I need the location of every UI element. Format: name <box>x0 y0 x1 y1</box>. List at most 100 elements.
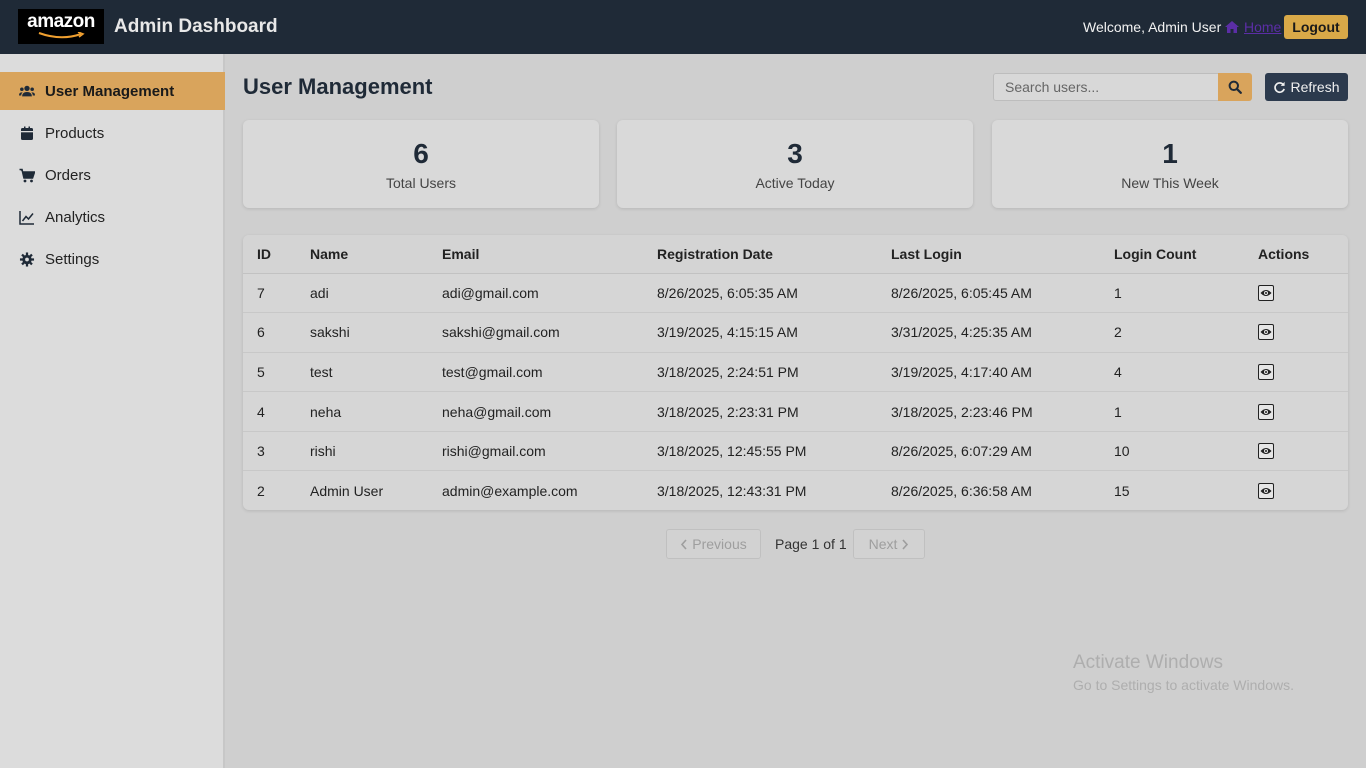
previous-page-button[interactable]: Previous <box>666 529 761 559</box>
table-row: 2 Admin User admin@example.com 3/18/2025, 1… <box>243 471 1348 510</box>
stat-label: Active Today <box>755 175 835 191</box>
table-body: 7 adi adi@gmail.com 8/26/2025, 6:05:35 AM 8/… <box>243 273 1348 510</box>
box-icon <box>18 125 36 141</box>
logout-button[interactable]: Logout <box>1284 15 1348 39</box>
cell-actions <box>1258 312 1348 353</box>
column-header-id[interactable]: ID <box>243 235 310 274</box>
view-user-button[interactable] <box>1258 483 1274 500</box>
stat-card-active-today: 3 Active Today <box>617 120 973 208</box>
cell-login-count: 1 <box>1114 273 1258 314</box>
table-row: 5 test test@gmail.com 3/18/2025, 2:24:51 PM… <box>243 352 1348 393</box>
cell-last-login: 3/19/2025, 4:17:40 AM <box>891 352 1114 393</box>
cell-login-count: 1 <box>1114 391 1258 432</box>
next-label: Next <box>868 536 898 552</box>
sidebar-item-user-management[interactable]: User Management <box>0 72 225 110</box>
search-button[interactable] <box>1218 73 1252 101</box>
sidebar-item-label: User Management <box>45 82 175 100</box>
view-user-button[interactable] <box>1258 403 1274 420</box>
eye-icon <box>1260 289 1272 296</box>
sidebar-item-label: Products <box>45 124 105 142</box>
users-icon <box>18 83 36 99</box>
search-icon <box>1228 80 1242 94</box>
cell-registration-date: 3/18/2025, 2:24:51 PM <box>657 352 891 393</box>
refresh-button[interactable]: Refresh <box>1265 73 1348 101</box>
windows-activation-watermark: Activate Windows Go to Settings to activ… <box>1073 652 1294 693</box>
eye-icon <box>1260 488 1272 495</box>
table-header-row: ID Name Email Registration Date Last Log… <box>243 235 1348 274</box>
stat-value: 6 <box>413 138 429 169</box>
users-table: ID Name Email Registration Date Last Log… <box>243 235 1348 510</box>
column-header-actions: Actions <box>1258 235 1348 274</box>
cell-email: rishi@gmail.com <box>442 431 657 472</box>
sidebar-item-label: Analytics <box>45 208 106 226</box>
cell-last-login: 3/31/2025, 4:25:35 AM <box>891 312 1114 353</box>
next-page-button[interactable]: Next <box>853 529 925 559</box>
stat-value: 1 <box>1162 138 1178 169</box>
sidebar-item-orders[interactable]: Orders <box>0 156 225 194</box>
column-header-email[interactable]: Email <box>442 235 657 274</box>
search-input[interactable] <box>993 73 1219 101</box>
cell-id: 7 <box>243 273 310 314</box>
chart-line-icon <box>18 209 36 225</box>
cell-name: test <box>310 352 442 393</box>
cell-registration-date: 3/19/2025, 4:15:15 AM <box>657 312 891 353</box>
chevron-right-icon <box>902 538 909 550</box>
cart-icon <box>18 167 36 183</box>
sidebar-item-label: Orders <box>45 166 91 184</box>
cell-actions <box>1258 431 1348 472</box>
amazon-logo[interactable]: amazon <box>18 9 104 44</box>
stat-label: New This Week <box>1121 175 1219 191</box>
cell-id: 4 <box>243 391 310 432</box>
welcome-text: Welcome, Admin User <box>1083 19 1222 35</box>
cell-id: 5 <box>243 352 310 393</box>
view-user-button[interactable] <box>1258 363 1274 380</box>
sidebar-item-settings[interactable]: Settings <box>0 240 225 278</box>
cell-id: 3 <box>243 431 310 472</box>
cell-id: 6 <box>243 312 310 353</box>
cell-login-count: 10 <box>1114 431 1258 472</box>
sidebar: User Management Products Orders Analytic… <box>0 54 225 768</box>
sidebar-item-analytics[interactable]: Analytics <box>0 198 225 236</box>
view-user-button[interactable] <box>1258 324 1274 341</box>
logo-smile-icon <box>38 32 85 39</box>
column-header-last-login[interactable]: Last Login <box>891 235 1114 274</box>
cell-login-count: 2 <box>1114 312 1258 353</box>
view-user-button[interactable] <box>1258 443 1274 460</box>
cell-name: sakshi <box>310 312 442 353</box>
chevron-left-icon <box>681 538 687 550</box>
logo-text: amazon <box>27 11 95 32</box>
cell-name: adi <box>310 273 442 314</box>
cell-login-count: 15 <box>1114 483 1130 500</box>
table-row: 7 adi adi@gmail.com 8/26/2025, 6:05:35 AM 8/… <box>243 273 1348 314</box>
cell-email: test@gmail.com <box>442 352 657 393</box>
watermark-subtitle: Go to Settings to activate Windows. <box>1073 677 1294 693</box>
column-header-name[interactable]: Name <box>310 235 442 274</box>
sidebar-item-products[interactable]: Products <box>0 114 225 152</box>
column-header-login-count[interactable]: Login Count <box>1114 235 1258 274</box>
eye-icon <box>1260 448 1272 455</box>
home-link-label: Home <box>1244 19 1282 35</box>
eye-icon <box>1260 408 1272 415</box>
column-header-registration-date[interactable]: Registration Date <box>657 235 891 274</box>
cell-email: neha@gmail.com <box>442 391 657 432</box>
cell-login-count: 4 <box>1114 352 1258 393</box>
cell-last-login: 3/18/2025, 2:23:46 PM <box>891 391 1114 432</box>
cell-actions <box>1258 352 1348 393</box>
table-row: 3 rishi rishi@gmail.com 3/18/2025, 12:45:55… <box>243 431 1348 472</box>
eye-icon <box>1260 368 1272 375</box>
cell-name: rishi <box>310 431 442 472</box>
cell-last-login: 8/26/2025, 6:07:29 AM <box>891 431 1114 472</box>
refresh-icon <box>1274 81 1286 93</box>
table-row: 6 sakshi sakshi@gmail.com 3/19/2025, 4:15:1… <box>243 312 1348 353</box>
view-user-button[interactable] <box>1258 284 1274 301</box>
home-link[interactable]: Home <box>1224 19 1281 35</box>
cell-email: adi@gmail.com <box>442 273 657 314</box>
cell-email: admin@example.com <box>442 483 578 500</box>
cell-name: Admin User <box>310 483 384 500</box>
cell-name: neha <box>310 391 442 432</box>
refresh-label: Refresh <box>1290 79 1340 95</box>
table-row: 4 neha neha@gmail.com 3/18/2025, 2:23:31 PM… <box>243 391 1348 432</box>
cell-registration-date: 8/26/2025, 6:05:35 AM <box>657 273 891 314</box>
page-info: Page 1 of 1 <box>775 536 847 552</box>
home-icon <box>1225 21 1239 33</box>
